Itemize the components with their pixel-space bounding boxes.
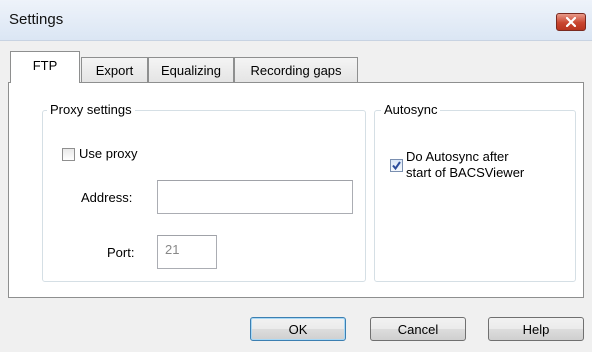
port-label: Port: bbox=[107, 245, 135, 260]
close-icon bbox=[566, 17, 576, 27]
title-bar[interactable]: Settings bbox=[0, 0, 592, 41]
cancel-button-label: Cancel bbox=[397, 321, 439, 337]
checkmark-icon bbox=[392, 161, 401, 171]
tab-equalizing[interactable]: Equalizing bbox=[148, 57, 234, 83]
ok-button-label: OK bbox=[288, 321, 308, 337]
autosync-legend: Autosync bbox=[381, 102, 441, 117]
tab-recording-gaps-label: Recording gaps bbox=[250, 63, 342, 78]
address-label: Address: bbox=[81, 190, 133, 205]
proxy-settings-legend: Proxy settings bbox=[47, 102, 135, 117]
autosync-checkbox[interactable] bbox=[390, 159, 403, 172]
autosync-label-line2[interactable]: start of BACSViewer bbox=[406, 165, 524, 180]
tab-ftp[interactable]: FTP bbox=[10, 51, 80, 83]
ok-button[interactable]: OK bbox=[250, 317, 346, 341]
port-input[interactable]: 21 bbox=[157, 235, 217, 269]
tab-export-label: Export bbox=[95, 63, 134, 78]
use-proxy-checkbox[interactable] bbox=[62, 148, 75, 161]
window-title: Settings bbox=[9, 11, 64, 28]
tab-recording-gaps[interactable]: Recording gaps bbox=[234, 57, 358, 83]
tab-ftp-label: FTP bbox=[32, 58, 58, 73]
tab-equalizing-label: Equalizing bbox=[161, 63, 221, 78]
help-button-label: Help bbox=[522, 321, 550, 337]
autosync-label-line1[interactable]: Do Autosync after bbox=[406, 149, 509, 164]
settings-dialog: Settings FTP Export Equalizing Recording… bbox=[0, 0, 592, 352]
autosync-group: Autosync Do Autosync after start of BACS… bbox=[374, 102, 576, 282]
proxy-settings-group: Proxy settings Use proxy Address: Port: … bbox=[42, 102, 366, 282]
address-input[interactable] bbox=[157, 180, 353, 214]
tab-export[interactable]: Export bbox=[81, 57, 148, 83]
cancel-button[interactable]: Cancel bbox=[370, 317, 466, 341]
use-proxy-label[interactable]: Use proxy bbox=[79, 146, 138, 161]
help-button[interactable]: Help bbox=[488, 317, 584, 341]
close-button[interactable] bbox=[556, 13, 586, 31]
ftp-tab-panel: Proxy settings Use proxy Address: Port: … bbox=[8, 82, 584, 298]
